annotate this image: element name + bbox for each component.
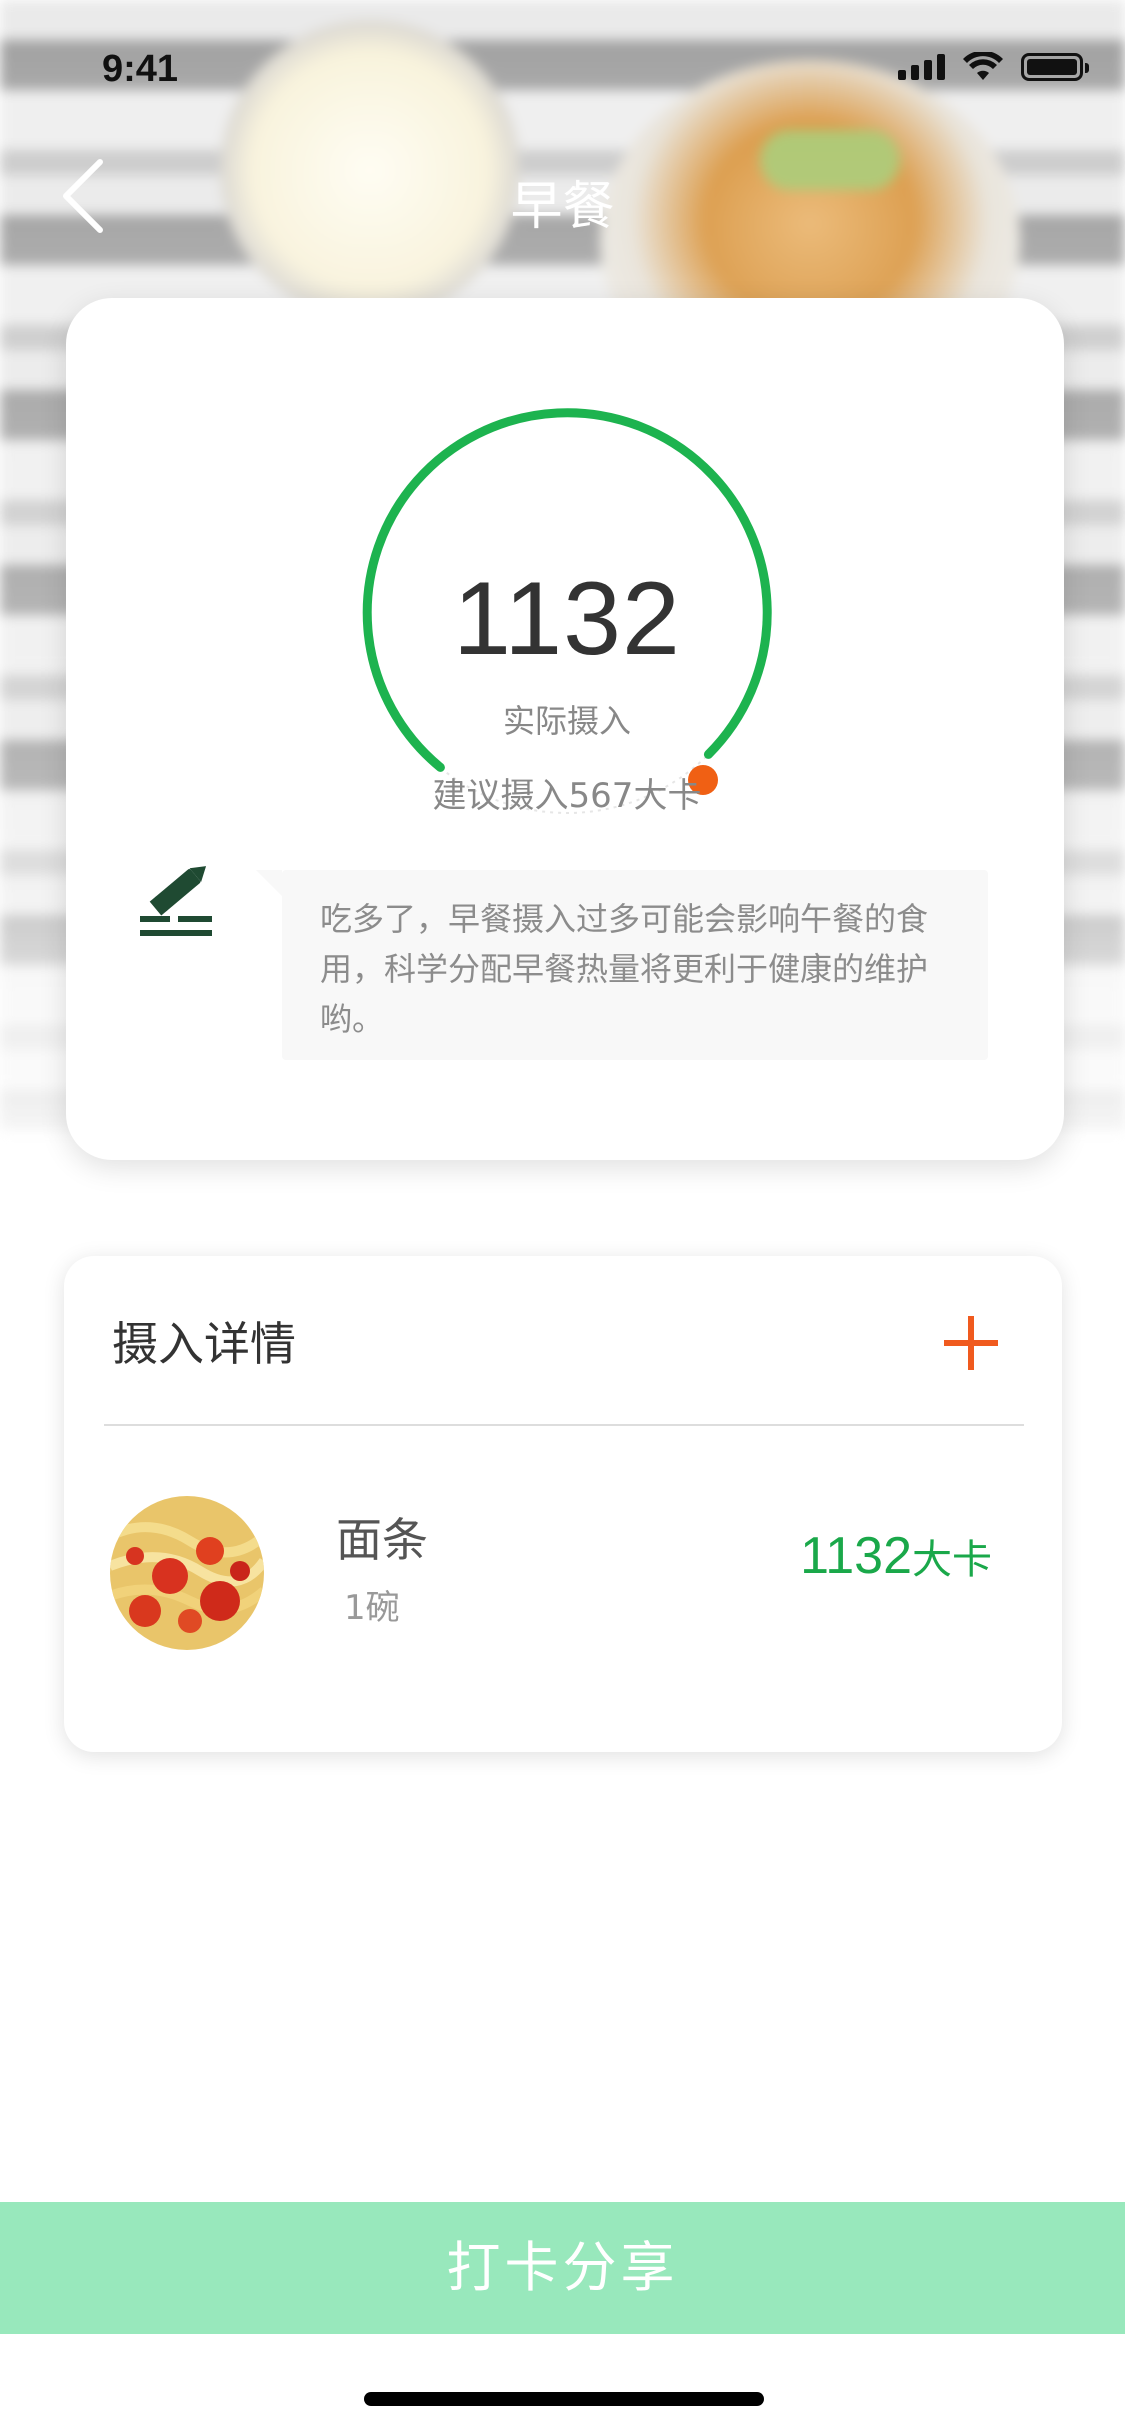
food-list-item[interactable]: 面条 1碗 1132大卡 [64,1496,1062,1656]
advice-tip-text: 吃多了，早餐摄入过多可能会影响午餐的食用，科学分配早餐热量将更利于健康的维护哟。 [320,900,929,1038]
advised-kcal-text: 建议摄入567大卡 [432,776,702,816]
intake-detail-card: 摄入详情 面条 1碗 1132大卡 [64,1256,1062,1752]
home-indicator [364,2392,764,2406]
wifi-icon [963,52,1003,80]
divider [104,1424,1024,1426]
meal-detail-screen: 9:41 早餐 1132 实际摄入 建议摄入567大卡 吃多了，早餐摄入过多可能… [0,0,1125,2436]
intake-detail-title: 摄入详情 [112,1317,296,1371]
noodles-photo [110,1496,264,1650]
add-food-button[interactable] [942,1314,1000,1372]
status-bar: 9:41 [0,0,1125,132]
actual-kcal-value: 1132 [453,561,681,677]
food-kcal: 1132大卡 [800,1526,992,1586]
cellular-signal-icon [898,54,945,80]
status-icons [898,52,1089,82]
battery-icon [1021,53,1089,81]
calorie-summary-card: 1132 实际摄入 建议摄入567大卡 吃多了，早餐摄入过多可能会影响午餐的食用… [66,298,1064,1160]
page-title: 早餐 [510,177,615,237]
plus-icon [944,1316,998,1370]
food-name: 面条 [336,1513,428,1567]
food-quantity: 1碗 [344,1588,400,1628]
actual-kcal-label: 实际摄入 [502,702,631,740]
calorie-ring: 1132 实际摄入 建议摄入567大卡 [352,398,782,828]
checkin-share-button[interactable]: 打卡分享 [0,2202,1125,2334]
status-time: 9:41 [102,48,179,90]
edit-pen-icon [136,858,220,942]
food-kcal-value: 1132 [800,1527,912,1585]
advice-tip-box: 吃多了，早餐摄入过多可能会影响午餐的食用，科学分配早餐热量将更利于健康的维护哟。 [256,870,988,1060]
food-kcal-unit: 大卡 [912,1537,992,1583]
